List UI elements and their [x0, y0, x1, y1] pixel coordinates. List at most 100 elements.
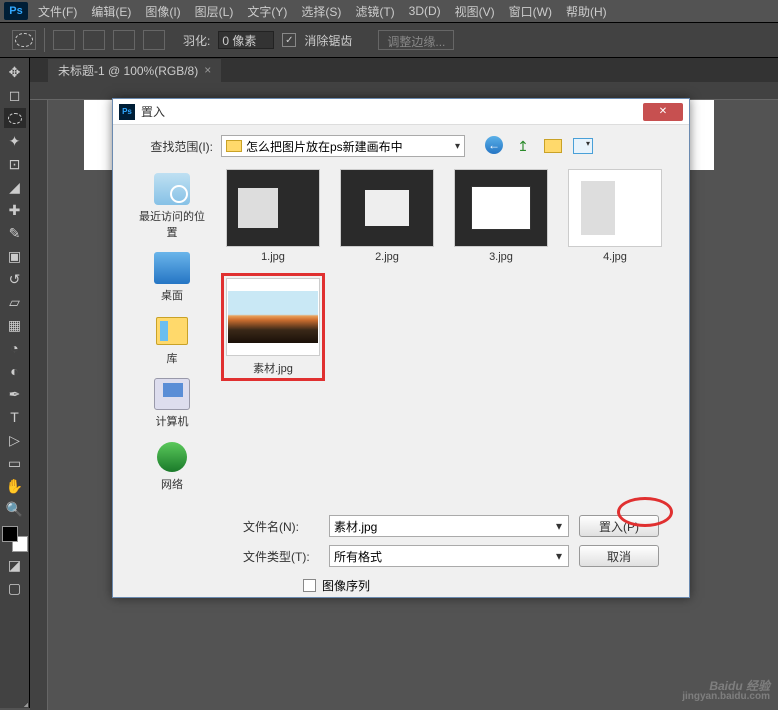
watermark: Baidu 经验 jingyan.baidu.com: [682, 680, 770, 702]
gradient-tool[interactable]: ▦: [4, 315, 26, 335]
lasso-tool[interactable]: [4, 108, 26, 128]
crop-tool[interactable]: ⊡: [4, 154, 26, 174]
new-folder-button[interactable]: [543, 136, 563, 156]
up-button[interactable]: ↥: [513, 136, 533, 156]
dialog-close-button[interactable]: ✕: [643, 103, 683, 121]
place-library-label: 库: [167, 350, 178, 366]
eraser-tool[interactable]: ▱: [4, 292, 26, 312]
cancel-button[interactable]: 取消: [579, 545, 659, 567]
place-network-label: 网络: [161, 476, 183, 492]
dialog-icon: Ps: [119, 104, 135, 120]
desktop-icon: [154, 252, 190, 284]
image-sequence-label: 图像序列: [322, 577, 370, 594]
color-swatches[interactable]: [2, 526, 28, 552]
filetype-label: 文件类型(T):: [243, 548, 319, 565]
ruler-vertical: [30, 100, 48, 710]
places-bar: 最近访问的位置 桌面 库 计算机 网络: [127, 169, 217, 499]
place-desktop-label: 桌面: [161, 287, 183, 303]
place-recent[interactable]: 最近访问的位置: [132, 169, 212, 244]
menu-file[interactable]: 文件(F): [38, 3, 77, 20]
magic-wand-tool[interactable]: ✦: [4, 131, 26, 151]
place-dialog: Ps 置入 ✕ 查找范围(I): 怎么把图片放在ps新建画布中 ▾ ← ↥ 最近…: [112, 98, 690, 598]
clone-stamp-tool[interactable]: ▣: [4, 246, 26, 266]
path-selection-tool[interactable]: ▷: [4, 430, 26, 450]
pen-tool[interactable]: ✒: [4, 384, 26, 404]
type-tool[interactable]: T: [4, 407, 26, 427]
shape-tool[interactable]: ▭: [4, 453, 26, 473]
file-thumbnail: [568, 169, 662, 247]
place-library[interactable]: 库: [132, 311, 212, 370]
back-button[interactable]: ←: [485, 136, 503, 154]
lookin-value: 怎么把图片放在ps新建画布中: [246, 138, 403, 155]
filename-label: 文件名(N):: [243, 518, 319, 535]
file-item[interactable]: 2.jpg: [335, 169, 439, 263]
feather-label: 羽化:: [183, 32, 210, 49]
menu-filter[interactable]: 滤镜(T): [355, 3, 394, 20]
filename-input[interactable]: 素材.jpg: [329, 515, 569, 537]
refine-edge-button[interactable]: 调整边缘...: [378, 30, 454, 50]
lookin-label: 查找范围(I):: [127, 138, 213, 155]
menu-layer[interactable]: 图层(L): [195, 3, 234, 20]
file-item[interactable]: 1.jpg: [221, 169, 325, 263]
dodge-tool[interactable]: ◐: [4, 361, 26, 381]
filename-value: 素材.jpg: [334, 518, 377, 535]
file-thumbnail: [340, 169, 434, 247]
menu-3d[interactable]: 3D(D): [409, 4, 441, 18]
selection-add-button[interactable]: [83, 30, 105, 50]
quick-mask-toggle[interactable]: ◪: [4, 555, 26, 575]
menu-edit[interactable]: 编辑(E): [91, 3, 131, 20]
brush-tool[interactable]: ✎: [4, 223, 26, 243]
place-computer[interactable]: 计算机: [132, 374, 212, 433]
place-button[interactable]: 置入(P): [579, 515, 659, 537]
file-item[interactable]: 3.jpg: [449, 169, 553, 263]
healing-brush-tool[interactable]: ✚: [4, 200, 26, 220]
place-network[interactable]: 网络: [132, 437, 212, 496]
file-thumbnail: [226, 278, 320, 356]
menu-type[interactable]: 文字(Y): [247, 3, 287, 20]
view-menu-button[interactable]: [573, 136, 593, 156]
document-tab-title: 未标题-1 @ 100%(RGB/8): [58, 62, 198, 79]
filetype-value: 所有格式: [334, 548, 382, 565]
dialog-titlebar: Ps 置入 ✕: [113, 99, 689, 125]
watermark-sub: jingyan.baidu.com: [682, 692, 770, 702]
blur-tool[interactable]: ◔: [4, 338, 26, 358]
file-label: 3.jpg: [489, 251, 513, 263]
eyedropper-tool[interactable]: ◢: [4, 177, 26, 197]
filetype-dropdown[interactable]: 所有格式: [329, 545, 569, 567]
file-label: 1.jpg: [261, 251, 285, 263]
file-label: 4.jpg: [603, 251, 627, 263]
menu-select[interactable]: 选择(S): [301, 3, 341, 20]
marquee-tool[interactable]: ◻: [4, 85, 26, 105]
tool-preset-icon[interactable]: [12, 30, 36, 50]
zoom-tool[interactable]: 🔍: [4, 499, 26, 519]
file-label: 2.jpg: [375, 251, 399, 263]
lookin-dropdown[interactable]: 怎么把图片放在ps新建画布中 ▾: [221, 135, 465, 157]
selection-subtract-button[interactable]: [113, 30, 135, 50]
history-brush-tool[interactable]: ↺: [4, 269, 26, 289]
screen-mode-toggle[interactable]: ▢: [4, 578, 26, 598]
menu-window[interactable]: 窗口(W): [509, 3, 552, 20]
library-icon: [154, 315, 190, 347]
foreground-color-swatch[interactable]: [2, 526, 18, 542]
file-thumbnail: [454, 169, 548, 247]
menu-view[interactable]: 视图(V): [455, 3, 495, 20]
file-item-selected[interactable]: 素材.jpg: [221, 273, 325, 381]
hand-tool[interactable]: ✋: [4, 476, 26, 496]
close-tab-icon[interactable]: ×: [204, 63, 211, 77]
selection-new-button[interactable]: [53, 30, 75, 50]
place-desktop[interactable]: 桌面: [132, 248, 212, 307]
document-tab[interactable]: 未标题-1 @ 100%(RGB/8) ×: [48, 59, 221, 82]
menu-help[interactable]: 帮助(H): [566, 3, 607, 20]
image-sequence-checkbox[interactable]: [303, 579, 316, 592]
feather-input[interactable]: [218, 31, 274, 49]
antialias-checkbox[interactable]: ✓: [282, 33, 296, 47]
selection-intersect-button[interactable]: [143, 30, 165, 50]
document-tabs: 未标题-1 @ 100%(RGB/8) ×: [0, 58, 778, 82]
move-tool[interactable]: ✥: [4, 62, 26, 82]
file-item[interactable]: 4.jpg: [563, 169, 667, 263]
place-recent-label: 最近访问的位置: [136, 208, 208, 240]
file-thumbnail: [226, 169, 320, 247]
file-list[interactable]: 1.jpg 2.jpg 3.jpg 4.jpg 素材.jpg: [217, 169, 675, 499]
menu-bar: Ps 文件(F) 编辑(E) 图像(I) 图层(L) 文字(Y) 选择(S) 滤…: [0, 0, 778, 22]
menu-image[interactable]: 图像(I): [145, 3, 180, 20]
